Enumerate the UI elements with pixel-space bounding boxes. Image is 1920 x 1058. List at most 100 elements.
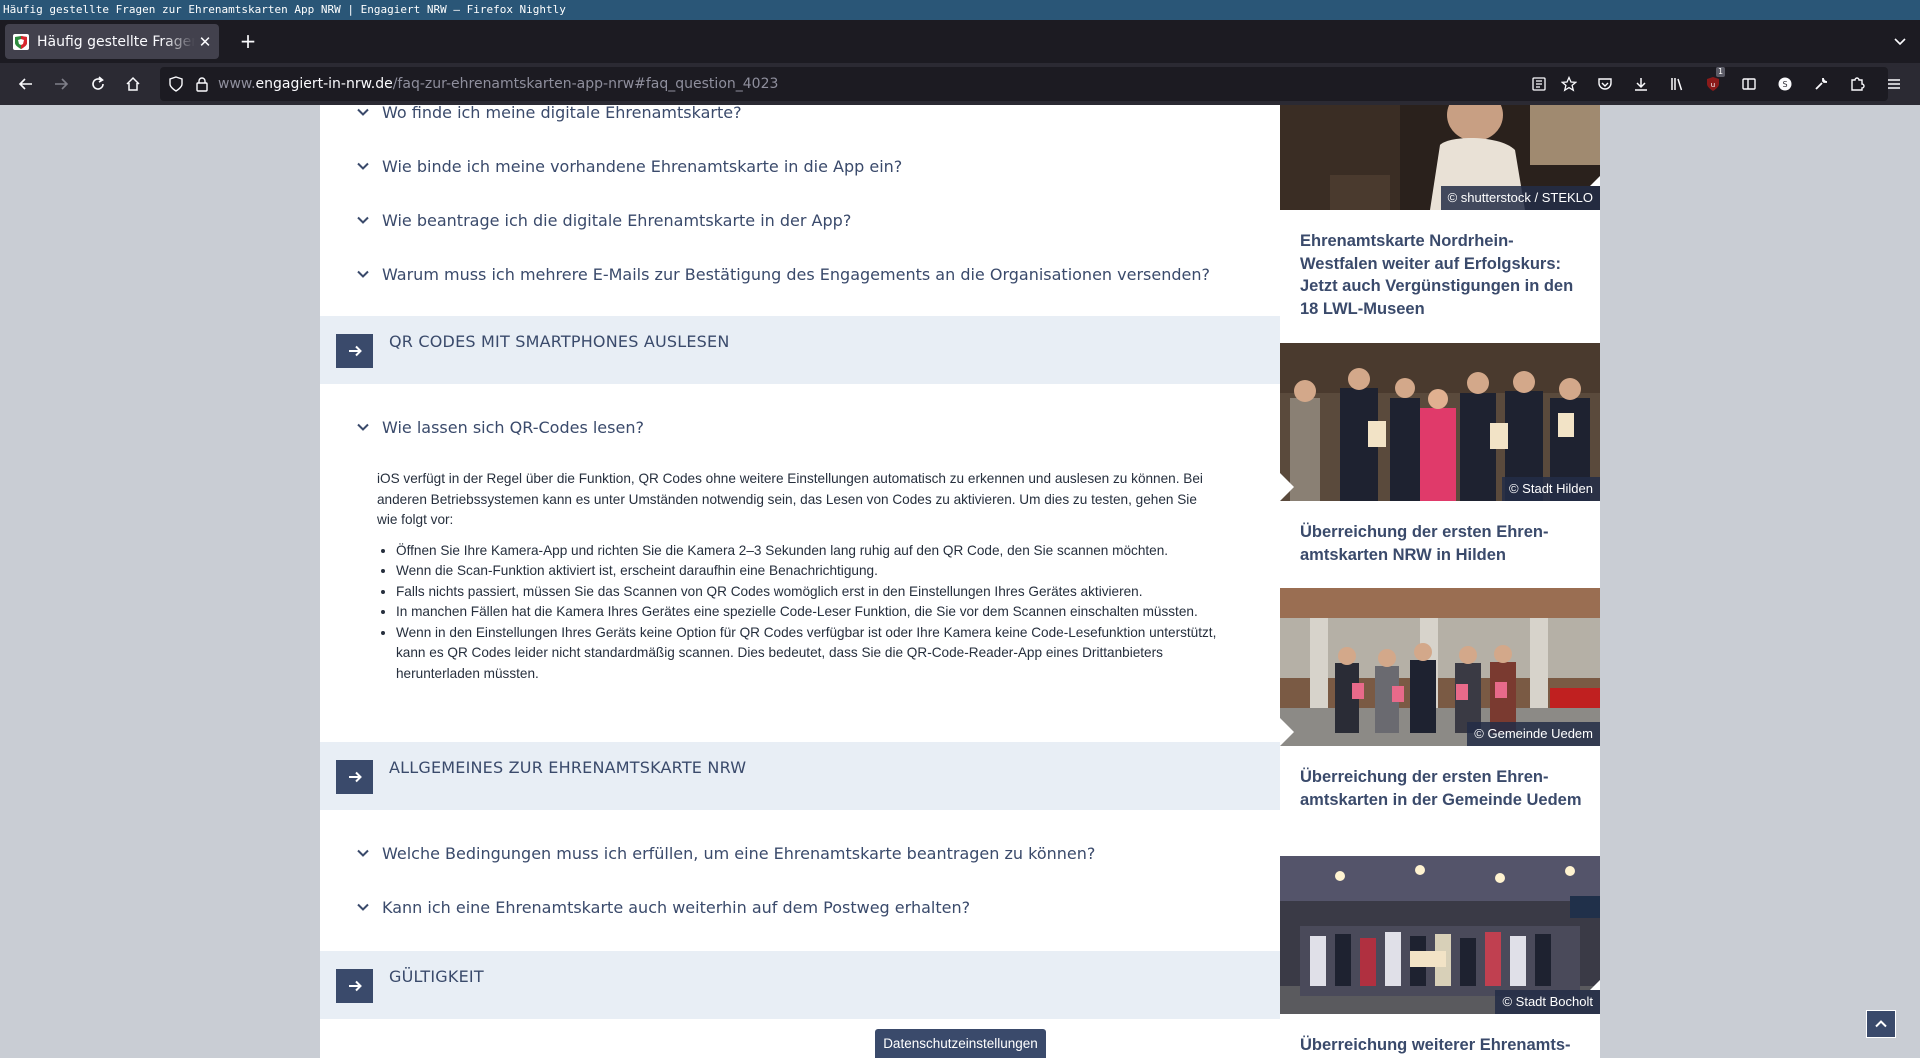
answer-intro: iOS verfügt in der Regel über die Funkti… [377, 471, 1203, 527]
url-text[interactable]: www.engagiert-in-nrw.de/faq-zur-ehrenamt… [218, 67, 778, 101]
forward-arrow-icon [55, 78, 69, 90]
tab-title: Häufig gestellte Fragen zur Ehrenamtskar… [37, 33, 195, 50]
tab-bar: Häufig gestellte Fragen zur Ehrenamtskar… [0, 20, 1920, 63]
ublock-shield-icon: u [1707, 77, 1719, 91]
list-item: Wenn die Scan-Funktion aktiviert ist, er… [396, 561, 1217, 582]
faq-question-text: Wie lassen sich QR-Codes lesen? [382, 417, 644, 437]
bookmark-star-icon[interactable] [1561, 76, 1577, 92]
faq-answer: iOS verfügt in der Regel über die Funkti… [377, 469, 1217, 684]
news-image[interactable]: © Stadt Bocholt [1280, 856, 1600, 1014]
faq-question[interactable]: Wo finde ich meine digitale Ehrenamtskar… [356, 105, 742, 127]
library-button[interactable] [1665, 72, 1689, 96]
section-title: QR CODES MIT SMARTPHONES AUSLESEN [389, 332, 730, 351]
section-header-allgemeines[interactable]: ALLGEMEINES ZUR EHRENAMTSKARTE NRW [320, 742, 1280, 810]
extension-s-button[interactable]: S [1773, 72, 1797, 96]
back-button[interactable] [14, 72, 38, 96]
faq-question-text: Wo finde ich meine digitale Ehrenamtskar… [382, 105, 742, 122]
developer-tools-button[interactable] [1809, 72, 1833, 96]
answer-list: Öffnen Sie Ihre Kamera-App und richten S… [377, 541, 1217, 685]
faq-question-text: Kann ich eine Ehrenamtskarte auch weiter… [382, 897, 971, 917]
forward-button[interactable] [49, 72, 73, 96]
news-image[interactable]: © shutterstock / STEKLO [1280, 105, 1600, 210]
home-button[interactable] [121, 72, 145, 96]
news-title[interactable]: Überreichung der ersten Ehren­amtskarten… [1300, 766, 1585, 811]
faq-question-text: Wie binde ich meine vorhandene Ehrenamts… [382, 156, 903, 176]
url-path: /faq-zur-ehrenamtskarten-app-nrw#faq_que… [392, 76, 779, 92]
new-tab-button[interactable]: + [236, 29, 260, 53]
image-credit: © shutterstock / STEKLO [1440, 186, 1600, 210]
tab-active[interactable]: Häufig gestellte Fragen zur Ehrenamtskar… [5, 24, 219, 59]
section-arrow-button[interactable] [336, 334, 373, 368]
chevron-down-icon [357, 162, 369, 170]
nrw-favicon-icon [13, 33, 29, 50]
tracking-protection-shield-icon[interactable] [168, 76, 184, 92]
image-corner-notch [1280, 718, 1294, 746]
chevron-down-icon [357, 903, 369, 911]
chevron-down-icon [357, 849, 369, 857]
section-header-qr-codes[interactable]: QR CODES MIT SMARTPHONES AUSLESEN [320, 316, 1280, 384]
lock-icon[interactable] [194, 76, 210, 92]
image-credit: © Stadt Hilden [1501, 477, 1600, 501]
list-item: Wenn in den Einstellungen Ihres Geräts k… [396, 623, 1217, 685]
app-menu-button[interactable] [1882, 72, 1906, 96]
url-domain: engagiert-in-nrw.de [255, 76, 393, 92]
list-item: Öffnen Sie Ihre Kamera-App und richten S… [396, 541, 1217, 562]
news-title[interactable]: Ehrenamtskarte Nordrhein-Westfalen weite… [1300, 230, 1585, 320]
page-viewport: Wo finde ich meine digitale Ehrenamtskar… [0, 105, 1920, 1058]
section-arrow-button[interactable] [336, 969, 373, 1003]
news-title[interactable]: Überreichung weiterer Ehrenamts- [1300, 1034, 1585, 1057]
chevron-down-icon [357, 216, 369, 224]
navigation-toolbar: www.engagiert-in-nrw.de/faq-zur-ehrenamt… [0, 63, 1920, 105]
list-all-tabs-icon[interactable] [1892, 33, 1908, 49]
pocket-icon [1598, 78, 1612, 90]
sidebar-icon [1742, 78, 1756, 90]
faq-question-text: Wie beantrage ich die digitale Ehrenamts… [382, 210, 852, 230]
section-title: GÜLTIGKEIT [389, 967, 484, 986]
news-sidebar: © shutterstock / STEKLO Ehrenamtskarte N… [1280, 105, 1600, 1058]
puzzle-icon [1851, 77, 1865, 91]
privacy-settings-button[interactable]: Datenschutzeinstellungen [875, 1029, 1046, 1058]
news-image[interactable]: © Stadt Hilden [1280, 343, 1600, 501]
faq-question[interactable]: Kann ich eine Ehrenamtskarte auch weiter… [356, 892, 970, 922]
sidebar-button[interactable] [1737, 72, 1761, 96]
svg-text:S: S [1782, 80, 1787, 89]
faq-question-expanded[interactable]: Wie lassen sich QR-Codes lesen? [356, 412, 644, 442]
faq-question[interactable]: Wie binde ich meine vorhandene Ehrenamts… [356, 151, 902, 181]
news-image[interactable]: © Gemeinde Uedem [1280, 588, 1600, 746]
ublock-extension-button[interactable]: u 1 [1701, 67, 1726, 96]
image-corner-notch [1590, 176, 1600, 186]
reload-button[interactable] [86, 72, 110, 96]
image-credit: © Stadt Bocholt [1495, 990, 1600, 1014]
extensions-button[interactable] [1845, 72, 1869, 96]
section-header-gueltigkeit[interactable]: GÜLTIGKEIT [320, 951, 1280, 1019]
image-credit: © Gemeinde Uedem [1467, 722, 1600, 746]
section-title: ALLGEMEINES ZUR EHRENAMTSKARTE NRW [389, 758, 747, 777]
faq-question-text: Warum muss ich mehrere E-Mails zur Bestä… [382, 264, 1210, 284]
list-item: In manchen Fällen hat die Kamera Ihres G… [396, 602, 1217, 623]
arrow-right-icon [348, 345, 362, 357]
pocket-button[interactable] [1593, 72, 1617, 96]
back-arrow-icon [18, 78, 32, 90]
library-icon [1671, 78, 1683, 91]
faq-question[interactable]: Welche Bedingungen muss ich erfüllen, um… [356, 838, 1095, 868]
chevron-up-icon [1875, 1020, 1887, 1028]
window-title: Häufig gestellte Fragen zur Ehrenamtskar… [0, 0, 1920, 20]
close-tab-icon[interactable]: ✕ [195, 33, 215, 51]
faq-question[interactable]: Wie beantrage ich die digitale Ehrenamts… [356, 205, 851, 235]
section-arrow-button[interactable] [336, 760, 373, 794]
scroll-to-top-button[interactable] [1866, 1010, 1896, 1038]
image-corner-notch [1590, 980, 1600, 990]
reader-view-icon[interactable] [1531, 76, 1547, 92]
image-corner-notch [1280, 473, 1294, 501]
faq-question-text: Welche Bedingungen muss ich erfüllen, um… [382, 843, 1096, 863]
news-title[interactable]: Überreichung der ersten Ehren­amtskarten… [1300, 521, 1585, 566]
arrow-right-icon [348, 980, 362, 992]
arrow-right-icon [348, 771, 362, 783]
faq-column: Wo finde ich meine digitale Ehrenamtskar… [320, 105, 1280, 1058]
reload-icon [92, 76, 104, 90]
extension-circle-icon: S [1778, 77, 1792, 91]
downloads-button[interactable] [1629, 72, 1653, 96]
faq-question[interactable]: Warum muss ich mehrere E-Mails zur Bestä… [356, 259, 1210, 289]
hamburger-menu-icon [1888, 79, 1900, 89]
download-icon [1635, 78, 1647, 91]
